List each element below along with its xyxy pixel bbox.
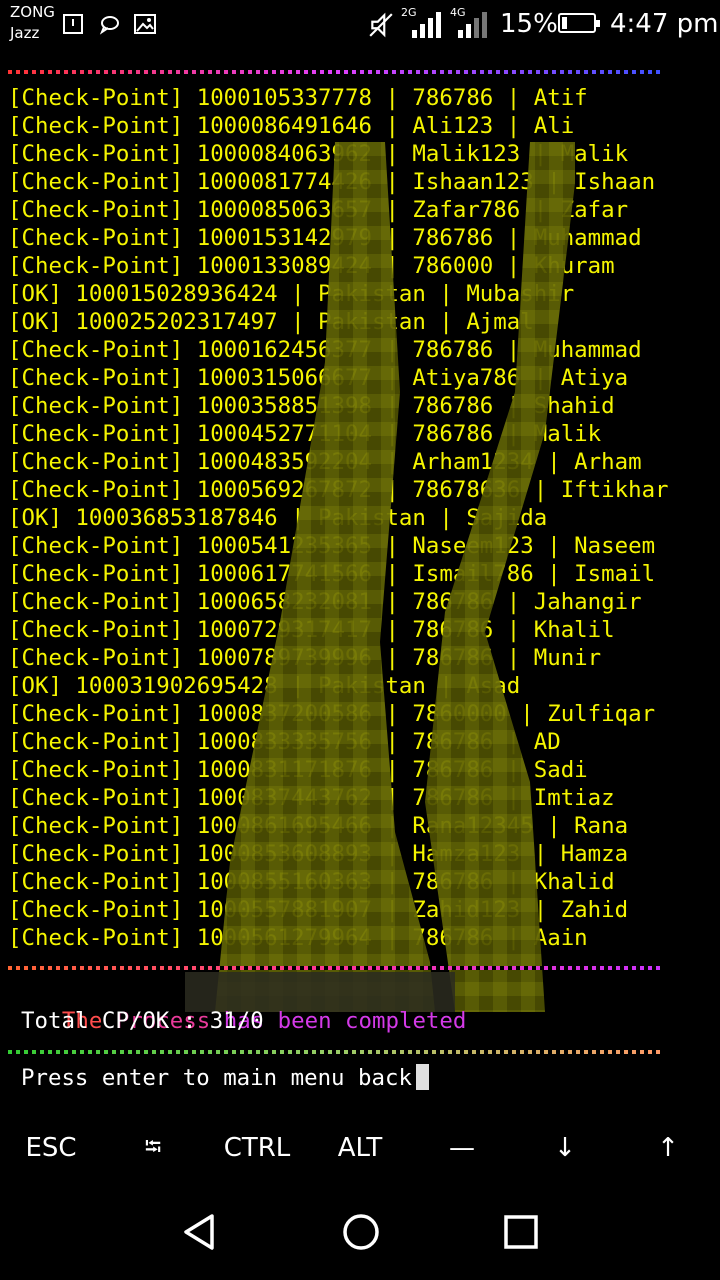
total-count: Total CP/OK : 31/0 <box>21 1008 264 1034</box>
log-line: [Check-Point] 1000855160363 | 786786 | K… <box>8 869 615 895</box>
log-line: [Check-Point] 1000837200586 | 7860000 | … <box>8 701 656 727</box>
log-line: [Check-Point] 1000105337778 | 786786 | A… <box>8 85 588 111</box>
log-line: [Check-Point] 1000084063962 | Malik123 |… <box>8 141 629 167</box>
esc-key[interactable]: ESC <box>0 1118 102 1178</box>
log-line: [Check-Point] 1000617741566 | Ismail786 … <box>8 561 656 587</box>
log-line: [Check-Point] 1000133089424 | 786000 | K… <box>8 253 615 279</box>
down-arrow-key[interactable]: ↓ <box>514 1118 616 1178</box>
log-line: [Check-Point] 1000837443762 | 786786 | I… <box>8 785 615 811</box>
log-line: [Check-Point] 1000452771104 | 786786 | M… <box>8 421 602 447</box>
carrier-line-1: ZONG <box>10 3 55 21</box>
clock: 4:47 pm <box>610 9 719 39</box>
ctrl-key[interactable]: CTRL <box>206 1118 308 1178</box>
log-line: [Check-Point] 1000483592204 | Arham1234 … <box>8 449 642 475</box>
log-line: [Check-Point] 1000658232081 | 786786 | J… <box>8 589 642 615</box>
separator-middle <box>8 966 662 970</box>
up-arrow-key[interactable]: ↑ <box>617 1118 719 1178</box>
log-line: [Check-Point] 1000086491646 | Ali123 | A… <box>8 113 575 139</box>
log-line: [Check-Point] 1000162456377 | 786786 | M… <box>8 337 642 363</box>
extra-keys-bar: ESC ⭾ CTRL ALT — ↓ ↑ <box>0 1118 720 1178</box>
log-line: [Check-Point] 1000853608893 | Hamza123 |… <box>8 841 629 867</box>
log-line: [Check-Point] 1000081774426 | Ishaan123 … <box>8 169 656 195</box>
separator-top <box>8 70 660 74</box>
prompt-line[interactable]: Press enter to main menu back <box>21 1064 429 1092</box>
status-bar: ZONG Jazz 2G 4G 15% 4:47 pm <box>0 0 720 52</box>
chat-icon <box>99 16 119 35</box>
log-line: [Check-Point] 1000831171876 | 786786 | S… <box>8 757 588 783</box>
log-line: [Check-Point] 1000153142979 | 786786 | M… <box>8 225 642 251</box>
alt-key[interactable]: ALT <box>309 1118 411 1178</box>
log-line: [Check-Point] 1000833335756 | 786786 | A… <box>8 729 561 755</box>
log-line: [OK] 100025202317497 | Pakistan | Ajmal <box>8 309 534 335</box>
back-icon[interactable] <box>178 1210 222 1254</box>
separator-bottom <box>8 1050 662 1054</box>
text-cursor <box>415 1064 429 1090</box>
dash-key[interactable]: — <box>411 1118 513 1178</box>
log-line: [Check-Point] 1000541235365 | Naseem123 … <box>8 533 656 559</box>
battery-icon <box>558 13 600 33</box>
log-line: [OK] 100015028936424 | Pakistan | Mubash… <box>8 281 575 307</box>
log-line: [OK] 100036853187846 | Pakistan | Sajida <box>8 505 548 531</box>
terminal-view[interactable]: [Check-Point] 1000105337778 | 786786 | A… <box>0 52 720 1112</box>
carrier-line-2: Jazz <box>10 24 40 42</box>
log-line: [Check-Point] 1000569267872 | 78678636 |… <box>8 477 669 503</box>
notification-icon <box>63 14 83 34</box>
log-line: [Check-Point] 1000789739996 | 786786 | M… <box>8 645 602 671</box>
prompt-text: Press enter to main menu back <box>21 1065 412 1091</box>
recents-icon[interactable] <box>499 1210 543 1254</box>
log-line: [Check-Point] 1000729317417 | 786786 | K… <box>8 617 615 643</box>
signal-icon <box>412 12 441 38</box>
tab-key[interactable]: ⭾ <box>102 1118 204 1178</box>
image-icon <box>134 14 156 34</box>
battery-percent: 15% <box>500 9 558 39</box>
navigation-bar <box>0 1180 720 1280</box>
mute-icon <box>369 12 393 38</box>
log-line: [Check-Point] 1000358851398 | 786786 | S… <box>8 393 615 419</box>
log-line: [Check-Point] 1000315066677 | Atiya786 |… <box>8 365 629 391</box>
log-line: [Check-Point] 1000561279964 | 786786 | A… <box>8 925 588 951</box>
completion-message: The Process has been completed <box>8 979 466 1034</box>
battery-fill <box>562 17 567 29</box>
home-icon[interactable] <box>339 1210 383 1254</box>
log-line: [OK] 100031902695428 | Pakistan | Asad <box>8 673 521 699</box>
log-line: [Check-Point] 1000557881907 | Zahid123 |… <box>8 897 629 923</box>
carrier-name: ZONG Jazz <box>10 2 55 44</box>
signal-icon <box>458 12 487 38</box>
log-line: [Check-Point] 1000861695466 | Rana12345 … <box>8 813 629 839</box>
log-line: [Check-Point] 1000085063657 | Zafar786 |… <box>8 197 629 223</box>
